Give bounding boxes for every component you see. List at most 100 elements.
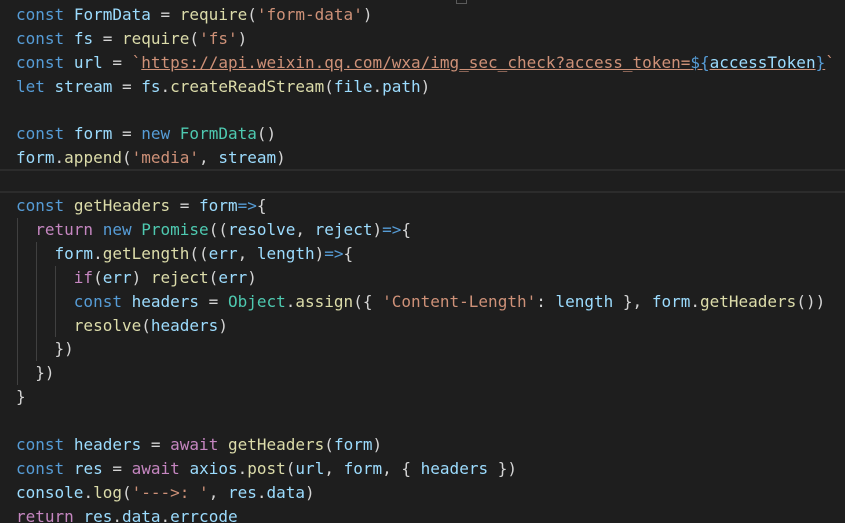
code-token: ) [372, 220, 383, 240]
code-token: 'Content-Length' [382, 291, 537, 311]
code-line[interactable] [0, 169, 845, 194]
code-token: errcode [170, 506, 238, 523]
code-token: await [131, 458, 180, 478]
code-token: ( [247, 5, 257, 24]
code-token: headers [73, 435, 142, 455]
code-token: reject [150, 267, 209, 287]
code-token: https://api.weixin.qq.com/wxa/img_sec_ch… [141, 52, 691, 72]
code-token: ) [237, 28, 248, 48]
code-token: append [64, 148, 122, 168]
code-token: ) [314, 243, 325, 263]
code-token: let [16, 76, 45, 96]
code-token: (( [208, 220, 228, 240]
code-line[interactable]: } [16, 385, 835, 409]
code-line[interactable]: let stream = fs.createReadStream(file.pa… [16, 75, 835, 99]
code-line[interactable]: const url = `https://api.weixin.qq.com/w… [16, 51, 835, 75]
code-token: { [256, 196, 267, 216]
code-token: ( [121, 482, 132, 502]
code-token: form [16, 148, 55, 168]
code-line[interactable]: if(err) reject(err) [16, 265, 835, 290]
code-line[interactable]: const form = new FormData() [16, 122, 835, 146]
code-token: resolve [227, 220, 296, 240]
code-token: ` [131, 52, 142, 72]
code-line[interactable]: resolve(headers) [16, 313, 835, 338]
code-line[interactable]: const headers = Object.assign({ 'Content… [16, 289, 835, 314]
code-token: data [266, 482, 306, 502]
code-line[interactable]: return res.data.errcode [16, 505, 835, 523]
code-token: } [815, 52, 826, 72]
code-area[interactable]: const FormData = require('form-data') con… [0, 3, 845, 523]
code-token: file [333, 76, 373, 96]
code-token: createReadStream [170, 76, 325, 96]
code-token: err [102, 267, 132, 287]
code-line[interactable]: const getHeaders = form=>{ [16, 194, 835, 218]
code-token: FormData [73, 5, 151, 24]
code-line[interactable]: console.log('--->: ', res.data) [16, 481, 835, 505]
code-token: => [237, 196, 257, 216]
code-line[interactable]: return new Promise((resolve, reject)=>{ [16, 218, 835, 242]
code-token: . [112, 506, 122, 523]
code-token: form [199, 196, 238, 216]
code-token: Promise [141, 220, 209, 240]
code-token: . [256, 482, 267, 502]
code-line[interactable]: form.getLength((err, length)=>{ [16, 241, 835, 266]
code-line[interactable]: }) [16, 337, 835, 362]
code-token: 'fs' [199, 28, 238, 48]
code-token: = [112, 124, 142, 144]
code-token: 'form-data' [256, 5, 363, 24]
code-token: . [160, 76, 171, 96]
code-token: getHeaders [227, 435, 325, 455]
code-token: url [295, 458, 325, 478]
code-line[interactable]: const fs = require('fs') [16, 27, 835, 51]
code-token: , [295, 220, 315, 240]
code-token: , [208, 482, 228, 502]
code-token: ${ [690, 52, 710, 72]
code-token: return [16, 506, 74, 523]
code-token: ( [324, 76, 334, 96]
code-line[interactable] [16, 409, 835, 433]
code-token: . [372, 76, 383, 96]
code-token: const [73, 291, 122, 311]
code-token: ) [305, 482, 315, 502]
code-token: { [401, 220, 411, 240]
code-token: getHeaders [699, 291, 797, 311]
code-token: form [343, 458, 383, 478]
code-token: }, [613, 291, 652, 311]
code-token: . [285, 291, 296, 311]
code-line[interactable] [16, 99, 835, 123]
code-token: = [141, 435, 171, 455]
code-token: headers [150, 315, 219, 335]
code-token: => [324, 243, 344, 263]
code-token: form [333, 435, 373, 455]
code-line[interactable]: form.append('media', stream) [16, 146, 835, 170]
code-token: ( [189, 28, 200, 48]
code-line[interactable]: const res = await axios.post(url, form, … [16, 457, 835, 481]
code-editor[interactable]: const FormData = require('form-data') con… [0, 0, 845, 523]
code-token: const [16, 458, 65, 478]
code-token: fs [141, 76, 161, 96]
code-token: , [324, 458, 344, 478]
code-token: getLength [102, 243, 190, 263]
code-token: accessToken [709, 52, 816, 72]
code-token: = [102, 458, 132, 478]
code-token: }) [488, 458, 517, 478]
code-line[interactable]: const headers = await getHeaders(form) [16, 433, 835, 457]
code-line[interactable]: }) [16, 361, 835, 386]
code-token: new [102, 220, 132, 240]
code-token: post [247, 458, 286, 478]
code-token: return [35, 220, 94, 240]
code-line[interactable]: const FormData = require('form-data') [16, 3, 835, 27]
code-token: res [227, 482, 257, 502]
code-token: ) [420, 76, 431, 96]
code-token: FormData [179, 124, 257, 144]
code-token: = [93, 28, 122, 48]
code-token: const [16, 196, 65, 216]
code-token: if [73, 267, 94, 287]
